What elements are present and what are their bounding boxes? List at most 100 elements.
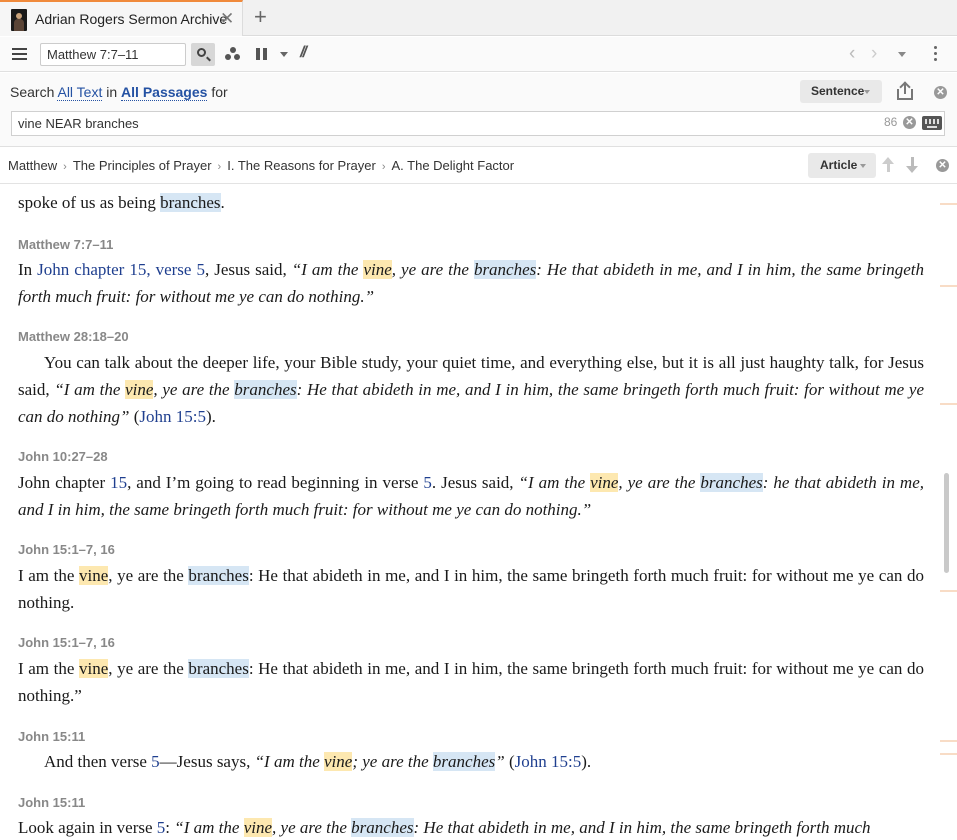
result-reference[interactable]: John 10:27–28 xyxy=(18,449,108,464)
text-fragment: , and I’m going to read beginning in ver… xyxy=(127,473,424,492)
result-text: I am the vine, ye are the branches: He t… xyxy=(18,655,924,709)
tab-sermon-archive[interactable]: Adrian Rogers Sermon Archive ✕ xyxy=(0,0,243,36)
text-fragment: , ye are the xyxy=(108,566,189,585)
text-fragment: ( xyxy=(129,407,140,426)
text-fragment: I am the xyxy=(18,659,79,678)
quote-fragment: “I am the xyxy=(254,752,325,771)
search-scope-link[interactable]: All Text xyxy=(57,84,103,101)
search-range-link[interactable]: All Passages xyxy=(121,84,208,101)
breadcrumb-item-book[interactable]: Matthew xyxy=(8,158,57,173)
chevron-down-icon xyxy=(860,164,866,168)
search-mode-dropdown[interactable]: Sentence xyxy=(800,80,882,103)
hit-marker xyxy=(940,203,957,205)
hit-count: 86 xyxy=(884,115,898,129)
previous-hit-icon[interactable] xyxy=(882,157,894,173)
text-fragment: And then verse xyxy=(44,752,152,771)
search-button[interactable] xyxy=(191,43,215,66)
bible-link[interactable]: John 15:5 xyxy=(139,407,206,426)
tab-title: Adrian Rogers Sermon Archive xyxy=(35,11,228,27)
quote-fragment: ” xyxy=(495,752,505,771)
clear-query-icon[interactable]: ✕ xyxy=(903,116,916,129)
quote-fragment: “I am the xyxy=(518,473,591,492)
result-reference[interactable]: John 15:11 xyxy=(18,795,85,810)
hit-vine[interactable]: vine xyxy=(78,659,109,678)
hit-branches[interactable]: branches xyxy=(188,566,249,585)
search-prefix: Search xyxy=(10,84,55,100)
quote-fragment: , ye are the xyxy=(391,260,474,279)
breadcrumb-item-sermon[interactable]: The Principles of Prayer xyxy=(73,158,212,173)
article-dropdown[interactable]: Article xyxy=(808,153,876,178)
result-text: I am the vine, ye are the branches: He t… xyxy=(18,562,924,616)
text-fragment: John chapter xyxy=(18,473,111,492)
hit-branches[interactable]: branches xyxy=(188,659,249,678)
text-fragment: . xyxy=(220,193,225,212)
keyboard-icon[interactable] xyxy=(922,116,942,130)
breadcrumb: Matthew › The Principles of Prayer › I. The … xyxy=(8,158,514,173)
hit-branches[interactable]: branches xyxy=(700,473,763,492)
search-icon xyxy=(197,48,206,57)
more-options-icon[interactable] xyxy=(934,46,938,62)
result-text: In John chapter 15, verse 5, Jesus said,… xyxy=(18,256,924,310)
result-reference[interactable]: John 15:11 xyxy=(18,729,85,744)
breadcrumb-bar: Matthew › The Principles of Prayer › I. The … xyxy=(0,148,957,184)
result-reference[interactable]: Matthew 7:7–11 xyxy=(18,237,113,252)
hit-vine[interactable]: vine xyxy=(590,473,619,492)
close-panel-icon[interactable]: ✕ xyxy=(934,86,947,99)
hit-branches[interactable]: branches xyxy=(160,193,221,212)
hit-vine[interactable]: vine xyxy=(363,260,392,279)
result-reference[interactable]: John 15:1–7, 16 xyxy=(18,542,115,557)
search-query-input[interactable] xyxy=(11,111,945,136)
hit-branches[interactable]: branches xyxy=(351,818,414,837)
result-reference[interactable]: John 15:1–7, 16 xyxy=(18,635,115,650)
bible-link[interactable]: John chapter 15, verse 5 xyxy=(37,260,205,279)
visual-filter-icon[interactable] xyxy=(225,47,241,61)
search-mode-label: Sentence xyxy=(811,84,865,98)
breadcrumb-item-subsection[interactable]: A. The Delight Factor xyxy=(392,158,515,173)
quote-fragment: “I am the xyxy=(291,260,364,279)
text-fragment: In xyxy=(18,260,38,279)
bible-link[interactable]: 15 xyxy=(110,473,127,492)
hit-vine[interactable]: vine xyxy=(324,752,353,771)
result-text: John chapter 15, and I’m going to read b… xyxy=(18,469,924,523)
hit-branches[interactable]: branches xyxy=(432,752,496,771)
text-fragment: : xyxy=(165,818,175,837)
result-text: And then verse 5—Jesus says, “I am the v… xyxy=(18,748,924,775)
forward-arrow-icon[interactable]: › xyxy=(871,43,877,65)
quote-fragment: : He that abideth in me, and I in him, t… xyxy=(413,818,871,837)
result-reference[interactable]: Matthew 28:18–20 xyxy=(18,329,129,344)
menu-icon[interactable] xyxy=(12,48,27,60)
toolbar: // ‹ › xyxy=(0,37,957,72)
hit-branches[interactable]: branches xyxy=(234,380,297,399)
scrollbar-thumb[interactable] xyxy=(944,473,949,573)
article-label: Article xyxy=(820,158,858,172)
sermon-archive-cover-icon xyxy=(11,9,27,31)
text-fragment: Look again in verse xyxy=(18,818,157,837)
close-breadcrumb-icon[interactable]: ✕ xyxy=(936,159,949,172)
hit-vine[interactable]: vine xyxy=(125,380,154,399)
text-fragment: I am the xyxy=(18,566,79,585)
hit-branches[interactable]: branches xyxy=(473,260,537,279)
hit-vine[interactable]: vine xyxy=(243,818,273,837)
breadcrumb-item-section[interactable]: I. The Reasons for Prayer xyxy=(227,158,376,173)
close-tab-icon[interactable]: ✕ xyxy=(220,9,234,29)
search-in-label: in xyxy=(106,84,118,100)
back-arrow-icon[interactable]: ‹ xyxy=(849,43,855,65)
result-text: You can talk about the deeper life, your… xyxy=(18,349,924,430)
chevron-down-icon[interactable] xyxy=(280,52,288,57)
bible-link[interactable]: 5 xyxy=(423,473,432,492)
quote-fragment: , ye are the xyxy=(153,380,235,399)
history-dropdown-icon[interactable] xyxy=(898,52,906,57)
panel-layout-icon[interactable] xyxy=(256,48,267,60)
bible-link[interactable]: John 15:5 xyxy=(515,752,582,771)
parallel-resources-icon[interactable]: // xyxy=(300,44,307,62)
share-icon[interactable] xyxy=(897,83,913,101)
bible-link[interactable]: 5 xyxy=(151,752,160,771)
text-fragment: ). xyxy=(581,752,592,771)
new-tab-button[interactable]: + xyxy=(254,5,267,29)
quote-fragment: , ye are the xyxy=(618,473,701,492)
reference-input[interactable] xyxy=(40,43,186,66)
tab-bar: Adrian Rogers Sermon Archive ✕ + xyxy=(0,0,957,36)
hit-vine[interactable]: vine xyxy=(78,566,109,585)
hit-marker xyxy=(940,403,957,405)
next-hit-icon[interactable] xyxy=(906,157,918,173)
